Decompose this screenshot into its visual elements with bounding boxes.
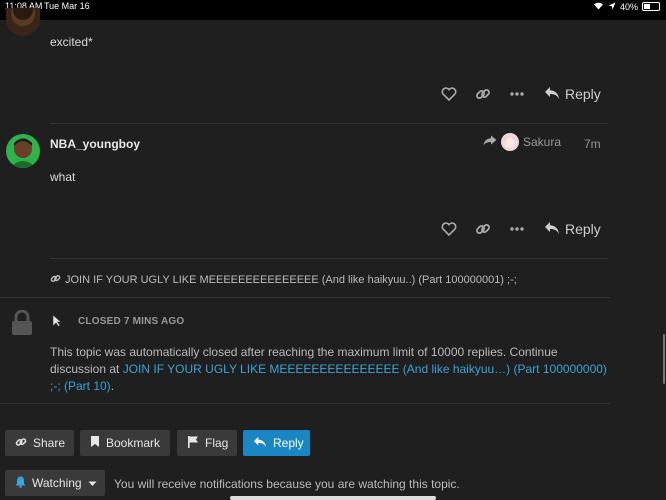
reply-icon bbox=[544, 86, 560, 103]
closed-message: This topic was automatically closed afte… bbox=[50, 344, 610, 395]
post-divider bbox=[50, 258, 608, 259]
like-icon[interactable] bbox=[432, 216, 466, 242]
post-body: excited* bbox=[50, 35, 93, 49]
post-divider bbox=[50, 123, 608, 124]
notification-level-dropdown[interactable]: Watching bbox=[5, 470, 105, 496]
post-username[interactable]: NBA_youngboy bbox=[50, 137, 140, 151]
status-right: 40% bbox=[593, 1, 660, 12]
linked-topic[interactable]: JOIN IF YOUR UGLY LIKE MEEEEEEEEEEEEEEE … bbox=[50, 273, 517, 287]
post-body: what bbox=[50, 170, 76, 184]
status-date: Tue Mar 16 bbox=[44, 1, 90, 11]
copy-link-icon[interactable] bbox=[466, 81, 500, 107]
section-divider bbox=[0, 403, 610, 404]
flag-button[interactable]: Flag bbox=[177, 430, 237, 456]
flag-icon bbox=[187, 435, 199, 451]
scrollbar[interactable] bbox=[663, 334, 665, 384]
avatar[interactable] bbox=[6, 134, 40, 168]
share-label: Share bbox=[33, 436, 66, 450]
chevron-down-icon bbox=[88, 476, 97, 490]
link-icon bbox=[50, 273, 61, 287]
link-icon bbox=[15, 436, 27, 451]
post-actions: Reply bbox=[432, 216, 601, 242]
closed-label: CLOSED 7 MINS AGO bbox=[78, 316, 185, 327]
location-icon bbox=[608, 2, 616, 12]
reply-button[interactable]: Reply bbox=[544, 86, 601, 103]
reply-icon bbox=[253, 436, 267, 451]
reply-topic-label: Reply bbox=[273, 436, 304, 450]
home-indicator[interactable] bbox=[230, 496, 436, 500]
wifi-icon bbox=[593, 1, 604, 12]
reply-arrow-icon bbox=[483, 135, 497, 149]
reply-to-indicator[interactable]: Sakura bbox=[483, 133, 561, 151]
more-options-icon[interactable] bbox=[500, 81, 534, 107]
copy-link-icon[interactable] bbox=[466, 216, 500, 242]
lock-icon bbox=[11, 309, 33, 341]
reply-topic-button[interactable]: Reply bbox=[243, 430, 310, 456]
bookmark-icon bbox=[90, 435, 100, 451]
bell-icon bbox=[15, 476, 26, 491]
more-options-icon[interactable] bbox=[500, 216, 534, 242]
share-button[interactable]: Share bbox=[5, 430, 74, 456]
battery-icon bbox=[642, 2, 660, 11]
post-age[interactable]: 7m bbox=[584, 137, 601, 151]
pointer-icon bbox=[52, 314, 62, 332]
closed-message-end: . bbox=[110, 379, 115, 393]
reply-label: Reply bbox=[565, 221, 601, 237]
reply-button[interactable]: Reply bbox=[544, 221, 601, 238]
linked-topic-title: JOIN IF YOUR UGLY LIKE MEEEEEEEEEEEEEEE … bbox=[65, 274, 517, 286]
notification-level-label: Watching bbox=[32, 476, 82, 490]
like-icon[interactable] bbox=[432, 81, 466, 107]
reply-to-avatar bbox=[501, 133, 519, 151]
battery-percent: 40% bbox=[619, 1, 638, 12]
reply-icon bbox=[544, 221, 560, 238]
flag-label: Flag bbox=[205, 436, 229, 450]
status-bar: 11:08 AM Tue Mar 16 40% bbox=[0, 0, 666, 20]
reply-to-username: Sakura bbox=[523, 135, 562, 149]
avatar[interactable] bbox=[6, 8, 40, 36]
notification-message: You will receive notifications because y… bbox=[114, 477, 460, 491]
section-divider bbox=[0, 297, 610, 298]
reply-label: Reply bbox=[565, 86, 601, 102]
continue-topic-link[interactable]: JOIN IF YOUR UGLY LIKE MEEEEEEEEEEEEEEE … bbox=[50, 362, 607, 393]
bookmark-label: Bookmark bbox=[106, 436, 161, 450]
post-actions: Reply bbox=[432, 81, 601, 107]
bookmark-button[interactable]: Bookmark bbox=[80, 430, 170, 456]
